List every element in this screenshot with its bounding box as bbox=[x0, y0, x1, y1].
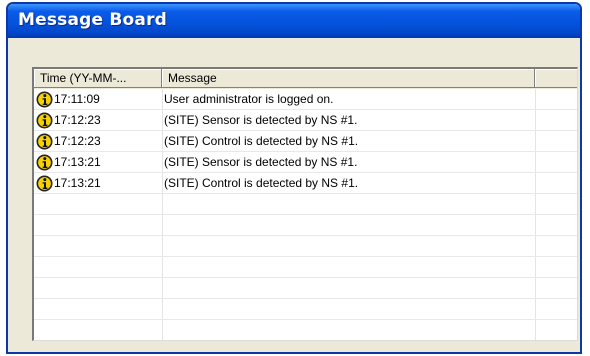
empty-row bbox=[34, 320, 577, 340]
list-header: Time (YY-MM-... Message bbox=[34, 69, 577, 89]
message-text: (SITE) Control is detected by NS #1. bbox=[164, 176, 359, 190]
empty-row bbox=[34, 236, 577, 257]
empty-row bbox=[34, 194, 577, 215]
time-cell: 17:12:23 bbox=[36, 110, 101, 130]
list-item[interactable]: 17:11:09 User administrator is logged on… bbox=[34, 89, 577, 110]
message-board-window: Message Board Time (YY-MM-... Message 17… bbox=[6, 2, 582, 354]
time-text: 17:13:21 bbox=[54, 155, 101, 169]
info-icon bbox=[36, 154, 53, 170]
title-bar[interactable]: Message Board bbox=[8, 4, 580, 38]
time-cell: 17:12:23 bbox=[36, 131, 101, 151]
info-icon bbox=[36, 133, 53, 149]
empty-row bbox=[34, 278, 577, 299]
message-text: User administrator is logged on. bbox=[164, 92, 334, 106]
time-text: 17:12:23 bbox=[54, 113, 101, 127]
time-cell: 17:13:21 bbox=[36, 173, 101, 193]
message-text: (SITE) Sensor is detected by NS #1. bbox=[164, 113, 358, 127]
time-cell: 17:13:21 bbox=[36, 152, 101, 172]
column-header-time[interactable]: Time (YY-MM-... bbox=[34, 69, 162, 88]
info-icon bbox=[36, 175, 53, 191]
info-icon bbox=[36, 91, 53, 107]
time-text: 17:11:09 bbox=[54, 92, 100, 106]
empty-row bbox=[34, 215, 577, 236]
list-item[interactable]: 17:12:23 (SITE) Control is detected by N… bbox=[34, 131, 577, 152]
time-text: 17:12:23 bbox=[54, 134, 101, 148]
window-title: Message Board bbox=[18, 10, 168, 30]
column-header-message[interactable]: Message bbox=[162, 69, 535, 88]
list-item[interactable]: 17:12:23 (SITE) Sensor is detected by NS… bbox=[34, 110, 577, 131]
list-item[interactable]: 17:13:21 (SITE) Sensor is detected by NS… bbox=[34, 152, 577, 173]
time-text: 17:13:21 bbox=[54, 176, 101, 190]
empty-row bbox=[34, 257, 577, 278]
info-icon bbox=[36, 112, 53, 128]
time-cell: 17:11:09 bbox=[36, 89, 100, 109]
column-header-extra[interactable] bbox=[535, 69, 577, 88]
list-item[interactable]: 17:13:21 (SITE) Control is detected by N… bbox=[34, 173, 577, 194]
message-text: (SITE) Sensor is detected by NS #1. bbox=[164, 155, 358, 169]
message-list[interactable]: Time (YY-MM-... Message 17:11:09 User ad… bbox=[32, 67, 578, 341]
empty-row bbox=[34, 299, 577, 320]
message-text: (SITE) Control is detected by NS #1. bbox=[164, 134, 359, 148]
